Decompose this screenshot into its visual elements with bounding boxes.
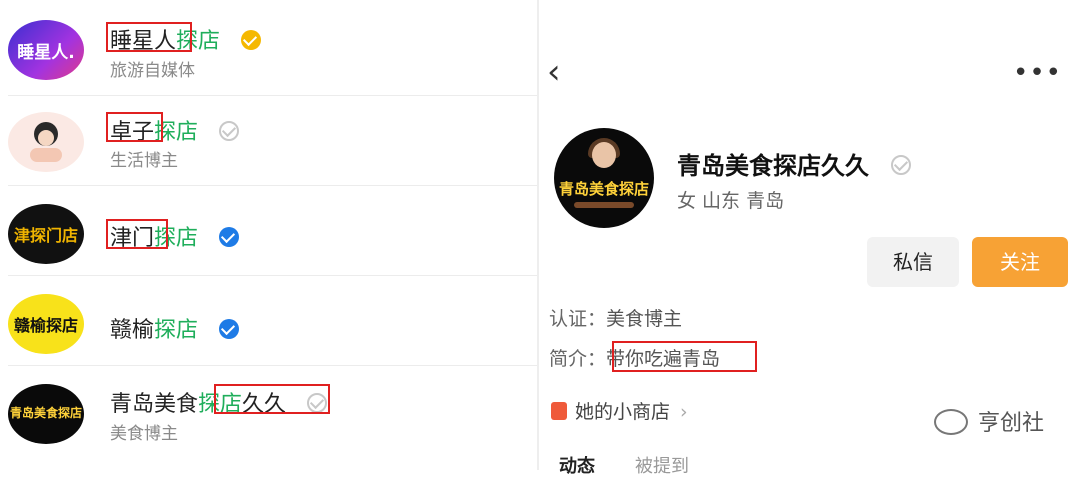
follow-button[interactable]: 关注 [972,237,1068,287]
name-keyword: 探店 [154,318,199,343]
more-dots-icon[interactable]: ••• [1013,58,1062,88]
name-part: 青岛美食 [110,392,199,417]
highlight-box [106,22,192,52]
profile-name-text: 青岛美食探店久久 [677,152,869,180]
shop-label: 她的小商店 [575,401,671,423]
result-name: 赣榆探店 [110,312,240,344]
gold-verified-icon [241,30,262,50]
tab-mentioned[interactable]: 被提到 [635,456,689,477]
wechat-icon [933,409,968,435]
highlight-box [214,384,330,414]
list-item[interactable]: 青岛美食探店 青岛美食探店久久 美食博主 [0,366,537,456]
result-subtitle: 美食博主 [110,424,178,444]
message-button[interactable]: 私信 [867,237,959,287]
list-item[interactable]: 睡星人. 睡星人探店 旅游自媒体 [0,6,537,96]
cert-label: 认证： [549,308,607,330]
profile-avatar: 青岛美食探店 [554,128,654,228]
result-subtitle: 生活博主 [110,151,178,171]
avatar: 青岛美食探店 [8,384,84,444]
list-item[interactable]: 赣榆探店 赣榆探店 [0,276,537,366]
avatar-text: 津探门店 [13,226,78,245]
back-chevron-icon[interactable]: ‹ [547,55,561,89]
intro-label: 简介： [549,348,607,370]
name-part: 赣榆 [110,318,155,343]
gray-verified-icon [891,155,912,175]
highlight-box [612,341,757,372]
gray-verified-icon [219,121,240,141]
cert-value: 美食博主 [606,308,683,330]
avatar [8,112,84,172]
avatar: 赣榆探店 [8,294,84,354]
watermark-text: 亨创社 [977,411,1044,436]
avatar-text: 青岛美食探店 [558,180,649,198]
chevron-right-icon: › [680,401,688,423]
profile-tabs: 动态 被提到 [559,452,729,478]
blue-verified-icon [219,319,240,339]
avatar-text: 青岛美食探店 [9,406,82,420]
result-subtitle: 旅游自媒体 [110,61,195,81]
list-item[interactable]: 卓子探店 生活博主 [0,96,537,186]
list-item[interactable]: 津探门店 津门探店 [0,186,537,276]
search-results-list: 睡星人. 睡星人探店 旅游自媒体 卓子探店 生活博主 津探门店 津门探店 赣榆探… [0,0,537,470]
avatar-text: 赣榆探店 [13,316,78,335]
tab-posts[interactable]: 动态 [559,456,595,477]
certification-line: 认证：美食博主 [549,304,682,331]
shop-link[interactable]: 她的小商店 › [551,397,688,424]
watermark: 亨创社 [933,405,1044,437]
profile-meta: 女 山东 青岛 [677,190,785,212]
avatar: 睡星人. [8,20,84,80]
shopping-bag-icon [551,401,567,420]
blue-verified-icon [219,227,240,247]
profile-name: 青岛美食探店久久 [677,146,912,181]
avatar-text: 睡星人. [17,43,75,63]
avatar: 津探门店 [8,204,84,264]
highlight-box [106,219,168,249]
highlight-box [106,112,163,142]
profile-panel: ‹ ••• 青岛美食探店 青岛美食探店久久 女 山东 青岛 私信 关注 认证：美… [539,0,1080,477]
